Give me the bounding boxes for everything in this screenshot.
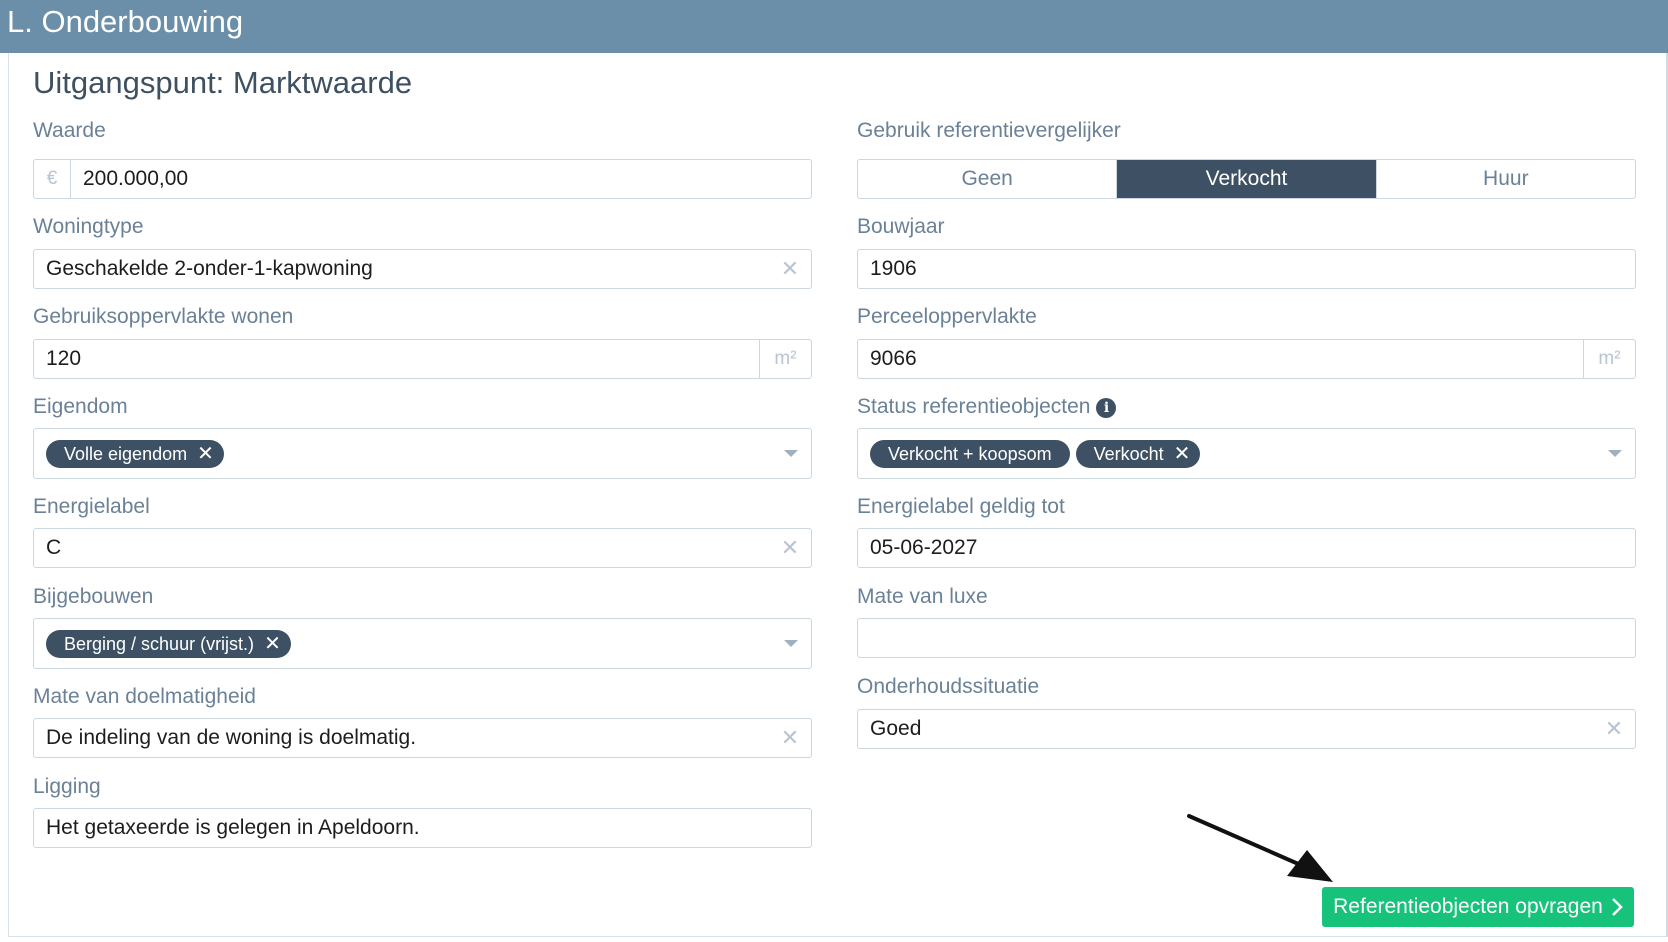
eigendom-label: Eigendom [33,395,128,418]
status-ref-multiselect[interactable]: Verkocht + koopsom Verkocht ✕ [857,428,1636,479]
energielabel-label: Energielabel [33,495,150,518]
waarde-label: Waarde [33,119,106,142]
energielabel-select[interactable]: C ✕ [33,528,812,568]
close-icon[interactable]: ✕ [775,256,805,282]
status-ref-label: Status referentieobjecten i [857,393,1117,421]
close-icon[interactable]: ✕ [1174,440,1191,468]
doelmatigheid-label: Mate van doelmatigheid [33,685,256,708]
referentieobjecten-opvragen-button[interactable]: Referentieobjecten opvragen [1322,887,1634,927]
eigendom-multiselect[interactable]: Volle eigendom ✕ [33,428,812,479]
tag-label: Volle eigendom [64,443,188,464]
caret-down-icon[interactable] [1601,450,1629,457]
woningtype-label: Woningtype [33,215,144,238]
info-icon[interactable]: i [1096,398,1117,418]
ligging-value: Het getaxeerde is gelegen in Apeldoorn. [46,816,420,839]
section-header: L. Onderbouwing [0,0,1668,53]
bijgebouwen-label: Bijgebouwen [33,585,154,608]
energielabel-geldig-value: 05-06-2027 [870,536,978,559]
perceeloppervlakte-value: 9066 [870,347,917,370]
bouwjaar-field[interactable]: 1906 [857,249,1636,289]
mate-luxe-label: Mate van luxe [857,585,988,608]
tag-verkocht: Verkocht ✕ [1075,439,1201,468]
close-icon[interactable]: ✕ [1599,716,1629,742]
tag-volle-eigendom: Volle eigendom ✕ [46,439,224,468]
waarde-field[interactable]: € 200.000,00 [33,159,812,199]
button-label: Referentieobjecten opvragen [1333,895,1603,918]
close-icon[interactable]: ✕ [197,440,214,468]
woningtype-select[interactable]: Geschakelde 2-onder-1-kapwoning ✕ [33,249,812,289]
status-ref-label-text: Status referentieobjecten [857,395,1091,418]
energielabel-geldig-label: Energielabel geldig tot [857,495,1065,518]
onderhoud-value: Goed [870,717,922,740]
bouwjaar-value: 1906 [870,257,917,280]
bouwjaar-label: Bouwjaar [857,215,945,238]
close-icon[interactable]: ✕ [775,725,805,751]
option-geen[interactable]: Geen [858,160,1116,198]
close-icon[interactable]: ✕ [775,535,805,561]
unit-suffix: m² [759,340,811,378]
caret-down-icon[interactable] [777,640,805,647]
onderhoud-label: Onderhoudssituatie [857,675,1040,698]
gebruiksoppervlakte-value: 120 [46,347,82,370]
caret-down-icon[interactable] [777,450,805,457]
annotation-arrow [1187,814,1333,882]
waarde-value: 200.000,00 [83,167,189,190]
ligging-label: Ligging [33,775,101,798]
form-card: Uitgangspunt: Marktwaarde Waarde € 200.0… [8,53,1668,937]
gebruik-ref-toggle: Geen Verkocht Huur [857,159,1636,199]
tag-label: Verkocht + koopsom [888,443,1052,464]
close-icon[interactable]: ✕ [264,630,281,658]
perceeloppervlakte-label: Perceeloppervlakte [857,305,1037,328]
perceeloppervlakte-field[interactable]: 9066 m² [857,339,1636,379]
euro-prefix: € [34,160,71,198]
energielabel-value: C [46,536,62,559]
tag-berging: Berging / schuur (vrijst.) ✕ [46,629,291,658]
tag-verkocht-koopsom: Verkocht + koopsom [870,439,1070,468]
energielabel-geldig-field[interactable]: 05-06-2027 [857,528,1636,568]
unit-suffix: m² [1583,340,1635,378]
doelmatigheid-select[interactable]: De indeling van de woning is doelmatig. … [33,718,812,758]
card-title: Uitgangspunt: Marktwaarde [33,65,413,100]
gebruiksoppervlakte-field[interactable]: 120 m² [33,339,812,379]
gebruik-ref-label: Gebruik referentievergelijker [857,119,1121,142]
tag-label: Berging / schuur (vrijst.) [64,633,255,654]
section-title: L. Onderbouwing [7,4,244,39]
woningtype-value: Geschakelde 2-onder-1-kapwoning [46,257,373,280]
mate-luxe-field[interactable] [857,618,1636,658]
option-huur[interactable]: Huur [1375,160,1635,198]
onderhoud-select[interactable]: Goed ✕ [857,709,1636,749]
option-verkocht[interactable]: Verkocht [1116,160,1376,198]
gebruiksoppervlakte-label: Gebruiksoppervlakte wonen [33,305,294,328]
doelmatigheid-value: De indeling van de woning is doelmatig. [46,726,417,749]
ligging-field[interactable]: Het getaxeerde is gelegen in Apeldoorn. [33,808,812,848]
bijgebouwen-multiselect[interactable]: Berging / schuur (vrijst.) ✕ [33,618,812,669]
chevron-right-icon [1611,898,1623,916]
tag-label: Verkocht [1093,443,1164,464]
